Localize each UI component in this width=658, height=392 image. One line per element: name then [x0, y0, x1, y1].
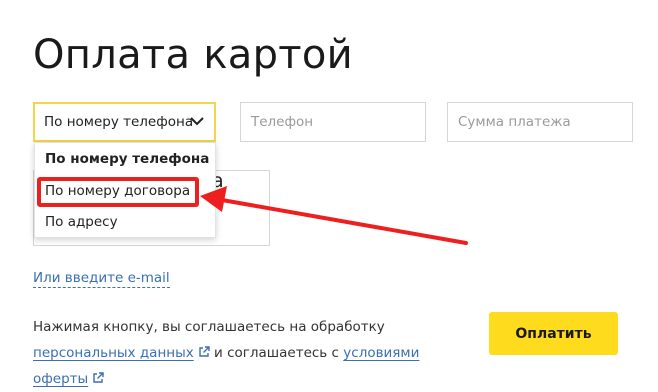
amount-input[interactable]: [447, 102, 633, 142]
chevron-down-icon: [190, 117, 204, 126]
payment-method-selected-value: По номеру телефона: [44, 114, 194, 130]
consent-text-before: Нажимая кнопку, вы соглашаетесь на обраб…: [33, 319, 385, 335]
external-link-icon: [199, 346, 210, 357]
pay-button[interactable]: Оплатить: [489, 312, 618, 355]
page-title: Оплата картой: [33, 32, 353, 78]
phone-input[interactable]: [240, 102, 426, 142]
external-link-icon: [93, 372, 104, 383]
personal-data-link[interactable]: персональных данных: [33, 345, 194, 361]
consent-text-middle: и соглашаетесь с: [209, 345, 344, 361]
option-by-address[interactable]: По адресу: [45, 214, 118, 230]
highlight-box: [37, 177, 199, 207]
option-by-phone[interactable]: По номеру телефона: [45, 151, 209, 167]
payment-method-select[interactable]: По номеру телефона: [33, 102, 216, 142]
consent-text: Нажимая кнопку, вы соглашаетесь на обраб…: [33, 314, 473, 392]
enter-email-link[interactable]: Или введите e-mail: [33, 270, 170, 288]
